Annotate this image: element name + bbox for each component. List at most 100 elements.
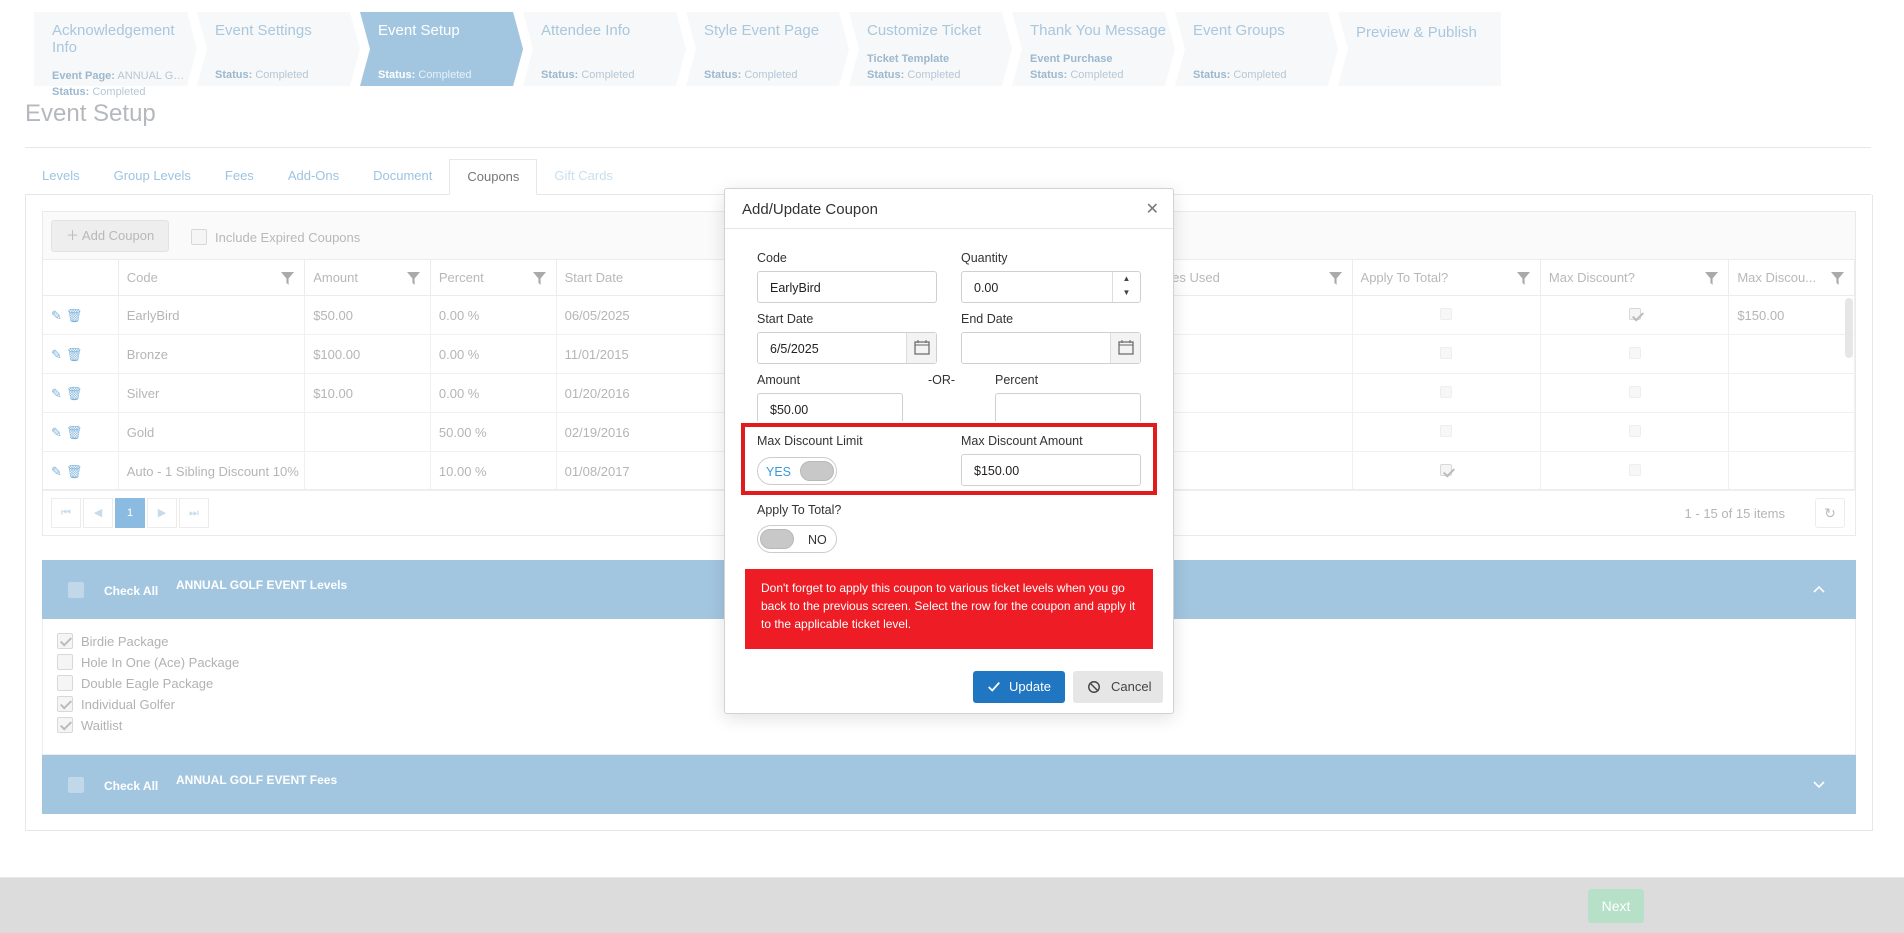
tab-levels[interactable]: Levels <box>25 159 97 194</box>
percent-input[interactable] <box>995 393 1141 421</box>
include-expired-checkbox[interactable]: Include Expired Coupons <box>191 229 360 245</box>
trash-icon[interactable]: 🗑 <box>66 308 83 324</box>
tab-add-ons[interactable]: Add-Ons <box>271 159 356 194</box>
level-item[interactable]: Hole In One (Ace) Package <box>57 654 239 670</box>
cell-percent: 50.00 % <box>431 413 557 451</box>
cell-code: Bronze <box>119 335 306 373</box>
header-apply-to-total[interactable]: Apply To Total? <box>1353 260 1541 295</box>
filter-icon[interactable] <box>1328 272 1342 285</box>
level-item[interactable]: Double Eagle Package <box>57 675 213 691</box>
cell-percent: 0.00 % <box>431 374 557 412</box>
trash-icon[interactable]: 🗑 <box>66 425 83 441</box>
vertical-scrollbar[interactable] <box>1845 298 1853 358</box>
filter-icon[interactable] <box>532 272 546 285</box>
chevron-separator-icon <box>839 12 859 86</box>
amount-input[interactable]: $50.00 <box>757 393 903 421</box>
code-input[interactable]: EarlyBird <box>757 271 937 303</box>
step-thank-you-message[interactable]: Thank You Message Event Purchase Status:… <box>1012 12 1185 86</box>
add-coupon-button[interactable]: ＋ Add Coupon <box>51 220 170 252</box>
last-page-button[interactable]: ⏭ <box>179 498 209 528</box>
step-customize-ticket[interactable]: Customize Ticket Ticket Template Status:… <box>849 12 1022 86</box>
header-code[interactable]: Code <box>119 260 306 295</box>
stepper-arrows-icon[interactable]: ▲ ▼ <box>1112 272 1140 302</box>
filter-icon[interactable] <box>281 272 295 285</box>
max-discount-amount-input[interactable]: $150.00 <box>961 454 1141 486</box>
cancel-button[interactable]: Cancel <box>1073 671 1163 703</box>
trash-icon[interactable]: 🗑 <box>66 386 83 402</box>
tab-document[interactable]: Document <box>356 159 449 194</box>
trash-icon[interactable]: 🗑 <box>66 347 83 363</box>
level-item[interactable]: Birdie Package <box>57 633 168 649</box>
cell-max-discount-amount <box>1729 335 1856 373</box>
tab-gift-cards[interactable]: Gift Cards <box>537 159 630 194</box>
level-item[interactable]: Individual Golfer <box>57 696 175 712</box>
header-times-used[interactable]: es Used <box>1164 260 1353 295</box>
refresh-icon[interactable]: ↻ <box>1815 498 1845 528</box>
check-all-checkbox[interactable] <box>68 582 84 598</box>
level-item[interactable]: Waitlist <box>57 717 122 733</box>
tab-coupons[interactable]: Coupons <box>449 159 538 195</box>
edit-icon[interactable]: ✎ <box>51 464 62 480</box>
checkbox[interactable] <box>57 633 73 649</box>
next-button[interactable]: Next <box>1588 889 1644 923</box>
step-title: Attendee Info <box>541 22 631 39</box>
checkbox[interactable] <box>57 717 73 733</box>
checkbox[interactable] <box>57 675 73 691</box>
page-title: Event Setup <box>25 100 156 127</box>
filter-icon[interactable] <box>406 272 420 285</box>
check-all-label: Check All <box>104 779 159 793</box>
chevron-up-icon[interactable] <box>1812 582 1826 596</box>
edit-icon[interactable]: ✎ <box>51 347 62 363</box>
tab-group-levels[interactable]: Group Levels <box>97 159 208 194</box>
calendar-icon[interactable] <box>1110 333 1140 363</box>
tab-fees[interactable]: Fees <box>208 159 271 194</box>
filter-icon[interactable] <box>1516 272 1530 285</box>
cell-apply-to-total <box>1353 452 1541 490</box>
panel-title: ANNUAL GOLF EVENT Fees <box>176 773 338 787</box>
page-number-button[interactable]: 1 <box>115 498 145 528</box>
checkbox <box>1628 386 1641 398</box>
end-date-input[interactable] <box>961 332 1141 364</box>
update-button[interactable]: Update <box>973 671 1065 703</box>
first-page-button[interactable]: ⏮ <box>51 498 81 528</box>
checkbox[interactable] <box>57 696 73 712</box>
header-percent[interactable]: Percent <box>431 260 557 295</box>
header-max-discount-amount[interactable]: Max Discou... <box>1729 260 1856 295</box>
quantity-value: 0.00 <box>974 281 999 295</box>
step-event-setup[interactable]: Event Setup Status: Completed <box>360 12 533 86</box>
header-amount[interactable]: Amount <box>305 260 431 295</box>
wizard-steps: Acknowledgement Info Event Page: ANNUAL … <box>34 12 1518 98</box>
filter-icon[interactable] <box>1831 272 1845 285</box>
checkbox <box>1628 347 1641 359</box>
step-event-groups[interactable]: Event Groups Status: Completed <box>1175 12 1348 86</box>
close-icon[interactable]: ✕ <box>1146 199 1159 219</box>
quantity-label: Quantity <box>961 251 1008 265</box>
start-date-input[interactable]: 6/5/2025 <box>757 332 937 364</box>
step-acknowledgement-info[interactable]: Acknowledgement Info Event Page: ANNUAL … <box>34 12 207 98</box>
chevron-down-icon[interactable] <box>1812 777 1826 791</box>
edit-icon[interactable]: ✎ <box>51 386 62 402</box>
header-max-discount[interactable]: Max Discount? <box>1541 260 1730 295</box>
row-actions: ✎ 🗑 <box>43 296 119 334</box>
next-page-button[interactable]: ▶ <box>147 498 177 528</box>
max-discount-limit-toggle[interactable]: YES <box>757 457 837 485</box>
checkbox[interactable] <box>191 229 207 245</box>
cell-amount: $100.00 <box>305 335 431 373</box>
step-style-event-page[interactable]: Style Event Page Status: Completed <box>686 12 859 86</box>
apply-to-total-toggle[interactable]: NO <box>757 525 837 553</box>
trash-icon[interactable]: 🗑 <box>66 464 83 480</box>
checkbox[interactable] <box>57 654 73 670</box>
quantity-stepper[interactable]: 0.00 ▲ ▼ <box>961 271 1141 303</box>
calendar-icon[interactable] <box>906 333 936 363</box>
step-title: Event Setup <box>378 22 460 39</box>
step-event-settings[interactable]: Event Settings Status: Completed <box>197 12 370 86</box>
filter-icon[interactable] <box>1705 272 1719 285</box>
cell-max-discount <box>1541 335 1730 373</box>
edit-icon[interactable]: ✎ <box>51 425 62 441</box>
edit-icon[interactable]: ✎ <box>51 308 62 324</box>
fees-panel-header[interactable]: Check All ANNUAL GOLF EVENT Fees <box>42 755 1856 814</box>
check-all-checkbox[interactable] <box>68 777 84 793</box>
prev-page-button[interactable]: ◀ <box>83 498 113 528</box>
step-attendee-info[interactable]: Attendee Info Status: Completed <box>523 12 696 86</box>
step-preview-publish[interactable]: Preview & Publish <box>1338 12 1501 86</box>
